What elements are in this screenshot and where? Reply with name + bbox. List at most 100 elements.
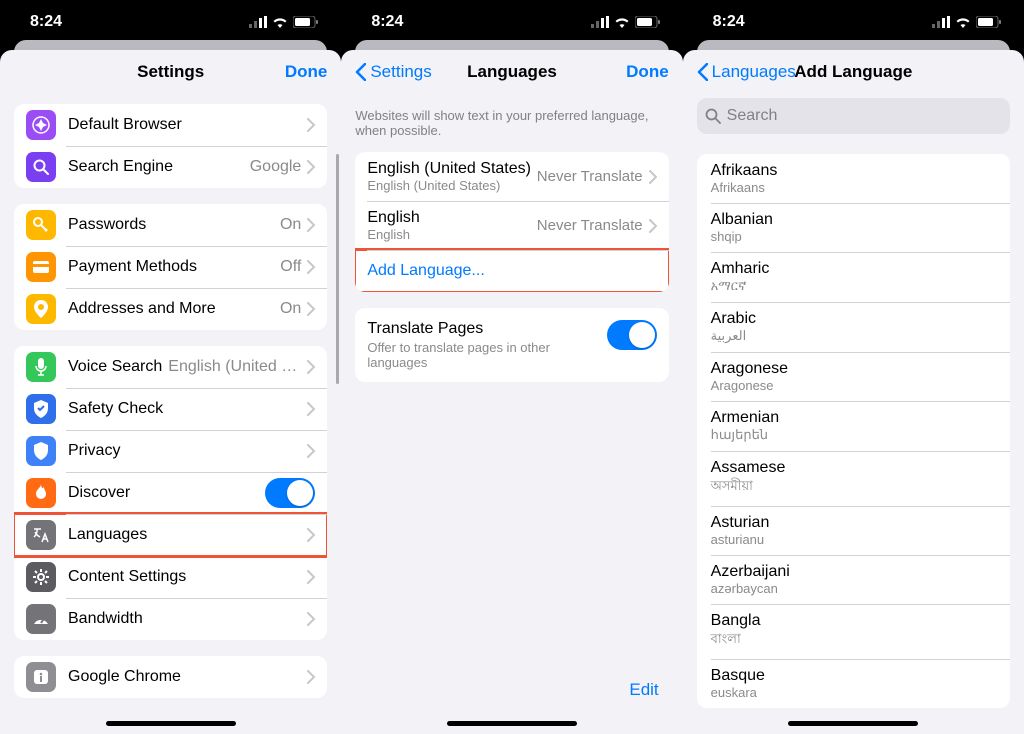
chevron-right-icon — [307, 118, 315, 132]
add-language-button[interactable]: Add Language... — [355, 250, 668, 292]
translate-pages-row: Translate Pages Offer to translate pages… — [355, 308, 668, 382]
lang-action: Never Translate — [537, 217, 643, 234]
language-row[interactable]: English English Never Translate — [355, 201, 668, 250]
language-native: العربية — [711, 328, 996, 344]
row-label: Payment Methods — [68, 258, 280, 276]
chevron-right-icon — [307, 570, 315, 584]
language-name: Assamese — [711, 459, 996, 477]
translate-subtitle: Offer to translate pages in other langua… — [367, 340, 606, 370]
battery-icon — [635, 16, 661, 28]
language-native: বাংলা — [711, 630, 996, 651]
language-option[interactable]: Amharicአማርኛ — [697, 252, 1010, 302]
language-option[interactable]: Banglaবাংলা — [697, 604, 1010, 659]
translate-title: Translate Pages — [367, 320, 606, 338]
chevron-left-icon — [355, 63, 366, 81]
language-option[interactable]: Arabicالعربية — [697, 302, 1010, 352]
language-name: Albanian — [711, 211, 996, 229]
chevron-right-icon — [307, 360, 315, 374]
language-native: shqip — [711, 229, 996, 244]
google-chrome-row[interactable]: Google Chrome — [14, 656, 327, 698]
row-label: Search Engine — [68, 158, 250, 176]
language-native: অসমীয়া — [711, 477, 996, 498]
search-input[interactable]: Search — [697, 98, 1010, 134]
key-icon — [26, 210, 56, 240]
translate-toggle[interactable] — [607, 320, 657, 350]
translate-icon — [26, 520, 56, 550]
done-button[interactable]: Done — [285, 62, 328, 82]
row-label: Privacy — [68, 442, 307, 460]
nav-bar: Languages Add Language — [683, 50, 1024, 94]
status-time: 8:24 — [371, 13, 403, 31]
discover-row[interactable]: Discover — [14, 472, 327, 514]
passwords-row[interactable]: Passwords On — [14, 204, 327, 246]
bandwidth-row[interactable]: Bandwidth — [14, 598, 327, 640]
chevron-left-icon — [697, 63, 708, 81]
voice-search-row[interactable]: Voice Search English (United St... — [14, 346, 327, 388]
chevron-right-icon — [649, 219, 657, 233]
default-browser-row[interactable]: Default Browser — [14, 104, 327, 146]
language-name: Amharic — [711, 260, 996, 278]
search-icon — [26, 152, 56, 182]
language-option[interactable]: AfrikaansAfrikaans — [697, 154, 1010, 203]
row-label: Passwords — [68, 216, 280, 234]
row-value: Off — [280, 258, 301, 276]
back-button[interactable]: Settings — [355, 62, 431, 82]
chevron-right-icon — [307, 402, 315, 416]
home-indicator[interactable] — [106, 721, 236, 726]
mic-icon — [26, 352, 56, 382]
signal-icon — [591, 16, 609, 28]
language-native: euskara — [711, 685, 996, 700]
search-engine-row[interactable]: Search Engine Google — [14, 146, 327, 188]
speedometer-icon — [26, 604, 56, 634]
chevron-right-icon — [307, 260, 315, 274]
language-native: Afrikaans — [711, 180, 996, 195]
row-label: Google Chrome — [68, 668, 307, 686]
chevron-right-icon — [307, 218, 315, 232]
home-indicator[interactable] — [447, 721, 577, 726]
safety-check-row[interactable]: Safety Check — [14, 388, 327, 430]
language-native: asturianu — [711, 532, 996, 547]
language-option[interactable]: Armenianհայերեն — [697, 401, 1010, 451]
language-option[interactable]: Albanianshqip — [697, 203, 1010, 252]
pin-icon — [26, 294, 56, 324]
language-native: հայերեն — [711, 427, 996, 443]
row-label: Bandwidth — [68, 610, 307, 628]
language-list: AfrikaansAfrikaansAlbanianshqipAmharicአማ… — [697, 154, 1010, 708]
row-label: Voice Search — [68, 358, 162, 376]
language-option[interactable]: Asturianasturianu — [697, 506, 1010, 555]
addresses-row[interactable]: Addresses and More On — [14, 288, 327, 330]
lang-subtitle: English — [367, 227, 536, 242]
language-option[interactable]: Azerbaijaniazərbaycan — [697, 555, 1010, 604]
languages-row[interactable]: Languages — [14, 514, 327, 556]
language-option[interactable]: AragoneseAragonese — [697, 352, 1010, 401]
status-bar: 8:24 — [341, 0, 682, 44]
back-label: Settings — [370, 62, 431, 82]
discover-toggle[interactable] — [265, 478, 315, 508]
language-option[interactable]: Assameseঅসমীয়া — [697, 451, 1010, 506]
home-indicator[interactable] — [788, 721, 918, 726]
flame-icon — [26, 478, 56, 508]
content-settings-row[interactable]: Content Settings — [14, 556, 327, 598]
payment-methods-row[interactable]: Payment Methods Off — [14, 246, 327, 288]
back-label: Languages — [712, 62, 796, 82]
row-label: Discover — [68, 484, 265, 502]
language-name: Basque — [711, 667, 996, 685]
battery-icon — [976, 16, 1002, 28]
signal-icon — [249, 16, 267, 28]
nav-bar: Settings Languages Done — [341, 50, 682, 94]
language-option[interactable]: Basqueeuskara — [697, 659, 1010, 708]
row-label: Safety Check — [68, 400, 307, 418]
back-button[interactable]: Languages — [697, 62, 796, 82]
done-button[interactable]: Done — [626, 62, 669, 82]
scroll-indicator[interactable] — [336, 154, 339, 384]
lang-action: Never Translate — [537, 168, 643, 185]
row-label: Addresses and More — [68, 300, 280, 318]
search-icon — [705, 108, 721, 124]
privacy-row[interactable]: Privacy — [14, 430, 327, 472]
language-row[interactable]: English (United States) English (United … — [355, 152, 668, 201]
edit-button[interactable]: Edit — [629, 680, 658, 700]
lang-title: English — [367, 209, 536, 227]
row-label: Default Browser — [68, 116, 307, 134]
language-native: azərbaycan — [711, 581, 996, 596]
shield-icon — [26, 436, 56, 466]
